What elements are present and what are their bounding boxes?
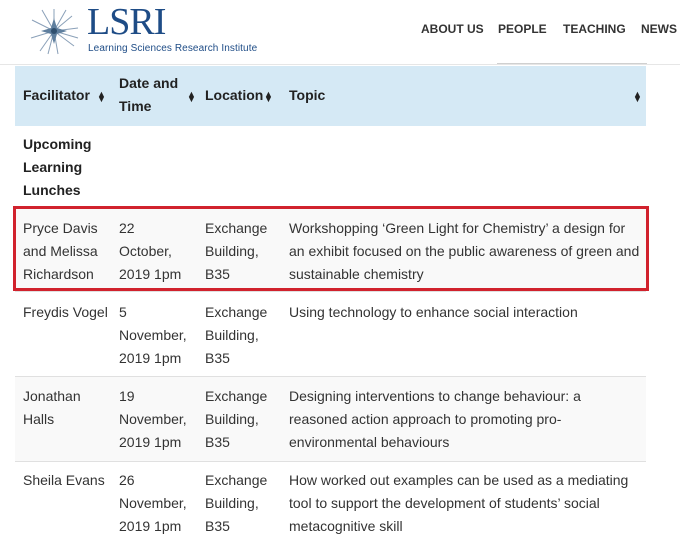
date-cell: 22: [119, 220, 135, 236]
sort-date-icon[interactable]: ▲ ▼: [187, 90, 196, 104]
table-header-row: Facilitator ▲ ▼ Date and Time ▲ ▼ Location…: [15, 66, 646, 126]
date-cell: 26: [119, 472, 135, 488]
date-cell: 2019 1pm: [119, 266, 182, 282]
header-divider-accent: [497, 63, 647, 64]
nav-teaching[interactable]: TEACHING: [563, 22, 626, 36]
location-cell: Exchange: [205, 472, 268, 488]
header-topic[interactable]: Topic: [289, 84, 325, 107]
header-divider: [0, 64, 680, 65]
header-date-line2[interactable]: Time: [119, 95, 151, 118]
date-cell: 2019 1pm: [119, 518, 182, 534]
facilitator-cell: and Melissa: [23, 243, 98, 259]
facilitator-cell: Richardson: [23, 266, 94, 282]
date-cell: 2019 1pm: [119, 434, 182, 450]
date-cell: November,: [119, 495, 187, 511]
topic-cell: reasoned action approach to promoting pr…: [289, 411, 562, 427]
date-cell: November,: [119, 411, 187, 427]
topic-cell: environmental behaviours: [289, 434, 450, 450]
header-date-line1[interactable]: Date and: [119, 72, 178, 95]
group-label-line1: Upcoming: [23, 136, 92, 152]
lsri-star-logo-icon[interactable]: [28, 6, 80, 56]
sort-location-icon[interactable]: ▲ ▼: [264, 90, 273, 104]
nav-about-us[interactable]: ABOUT US: [421, 22, 484, 36]
location-cell: B35: [205, 518, 230, 534]
table-row[interactable]: Jonathan Halls 19 November, 2019 1pm Exc…: [15, 377, 646, 462]
group-label-line3: Lunches: [23, 182, 81, 198]
location-cell: Exchange: [205, 220, 268, 236]
header-location[interactable]: Location: [205, 84, 263, 107]
topic-cell: Using technology to enhance social inter…: [289, 304, 578, 320]
date-cell: 5: [119, 304, 127, 320]
nav-news[interactable]: NEWS: [641, 22, 677, 36]
table-row[interactable]: Freydis Vogel 5 November, 2019 1pm Excha…: [15, 292, 646, 377]
group-label-line2: Learning: [23, 159, 83, 175]
location-cell: B35: [205, 350, 230, 366]
facilitator-cell: Freydis Vogel: [23, 304, 108, 320]
group-row-upcoming: Upcoming Learning Lunches: [15, 126, 646, 207]
topic-cell: Workshopping ‘Green Light for Chemistry’…: [289, 220, 626, 236]
location-cell: Exchange: [205, 304, 268, 320]
site-header: LSRI Learning Sciences Research Institut…: [0, 0, 680, 64]
location-cell: Building,: [205, 411, 259, 427]
facilitator-cell: Jonathan: [23, 388, 81, 404]
sort-facilitator-icon[interactable]: ▲ ▼: [97, 90, 106, 104]
sort-topic-icon[interactable]: ▲ ▼: [633, 90, 642, 104]
topic-cell: metacognitive skill: [289, 518, 403, 534]
header-facilitator[interactable]: Facilitator: [23, 84, 90, 107]
facilitator-cell: Halls: [23, 411, 55, 427]
nav-people[interactable]: PEOPLE: [498, 22, 547, 36]
location-cell: Building,: [205, 327, 259, 343]
date-cell: 19: [119, 388, 135, 404]
date-cell: November,: [119, 327, 187, 343]
date-cell: 2019 1pm: [119, 350, 182, 366]
location-cell: Exchange: [205, 388, 268, 404]
topic-cell: tool to support the development of stude…: [289, 495, 600, 511]
location-cell: B35: [205, 266, 230, 282]
topic-cell: Designing interventions to change behavi…: [289, 388, 581, 404]
date-cell: October,: [119, 243, 172, 259]
location-cell: Building,: [205, 495, 259, 511]
facilitator-cell: Pryce Davis: [23, 220, 98, 236]
topic-cell: sustainable chemistry: [289, 266, 424, 282]
location-cell: B35: [205, 434, 230, 450]
table-row[interactable]: Pryce Davis and Melissa Richardson 22 Oc…: [15, 207, 646, 292]
topic-cell: an exhibit focused on the public awarene…: [289, 243, 640, 259]
table-row[interactable]: Sheila Evans 26 November, 2019 1pm Excha…: [15, 462, 646, 548]
logo-title[interactable]: LSRI: [87, 2, 166, 42]
logo-subtitle: Learning Sciences Research Institute: [88, 43, 258, 54]
learning-lunches-table: Facilitator ▲ ▼ Date and Time ▲ ▼ Location…: [15, 66, 646, 548]
facilitator-cell: Sheila Evans: [23, 472, 105, 488]
topic-cell: How worked out examples can be used as a…: [289, 472, 629, 488]
location-cell: Building,: [205, 243, 259, 259]
